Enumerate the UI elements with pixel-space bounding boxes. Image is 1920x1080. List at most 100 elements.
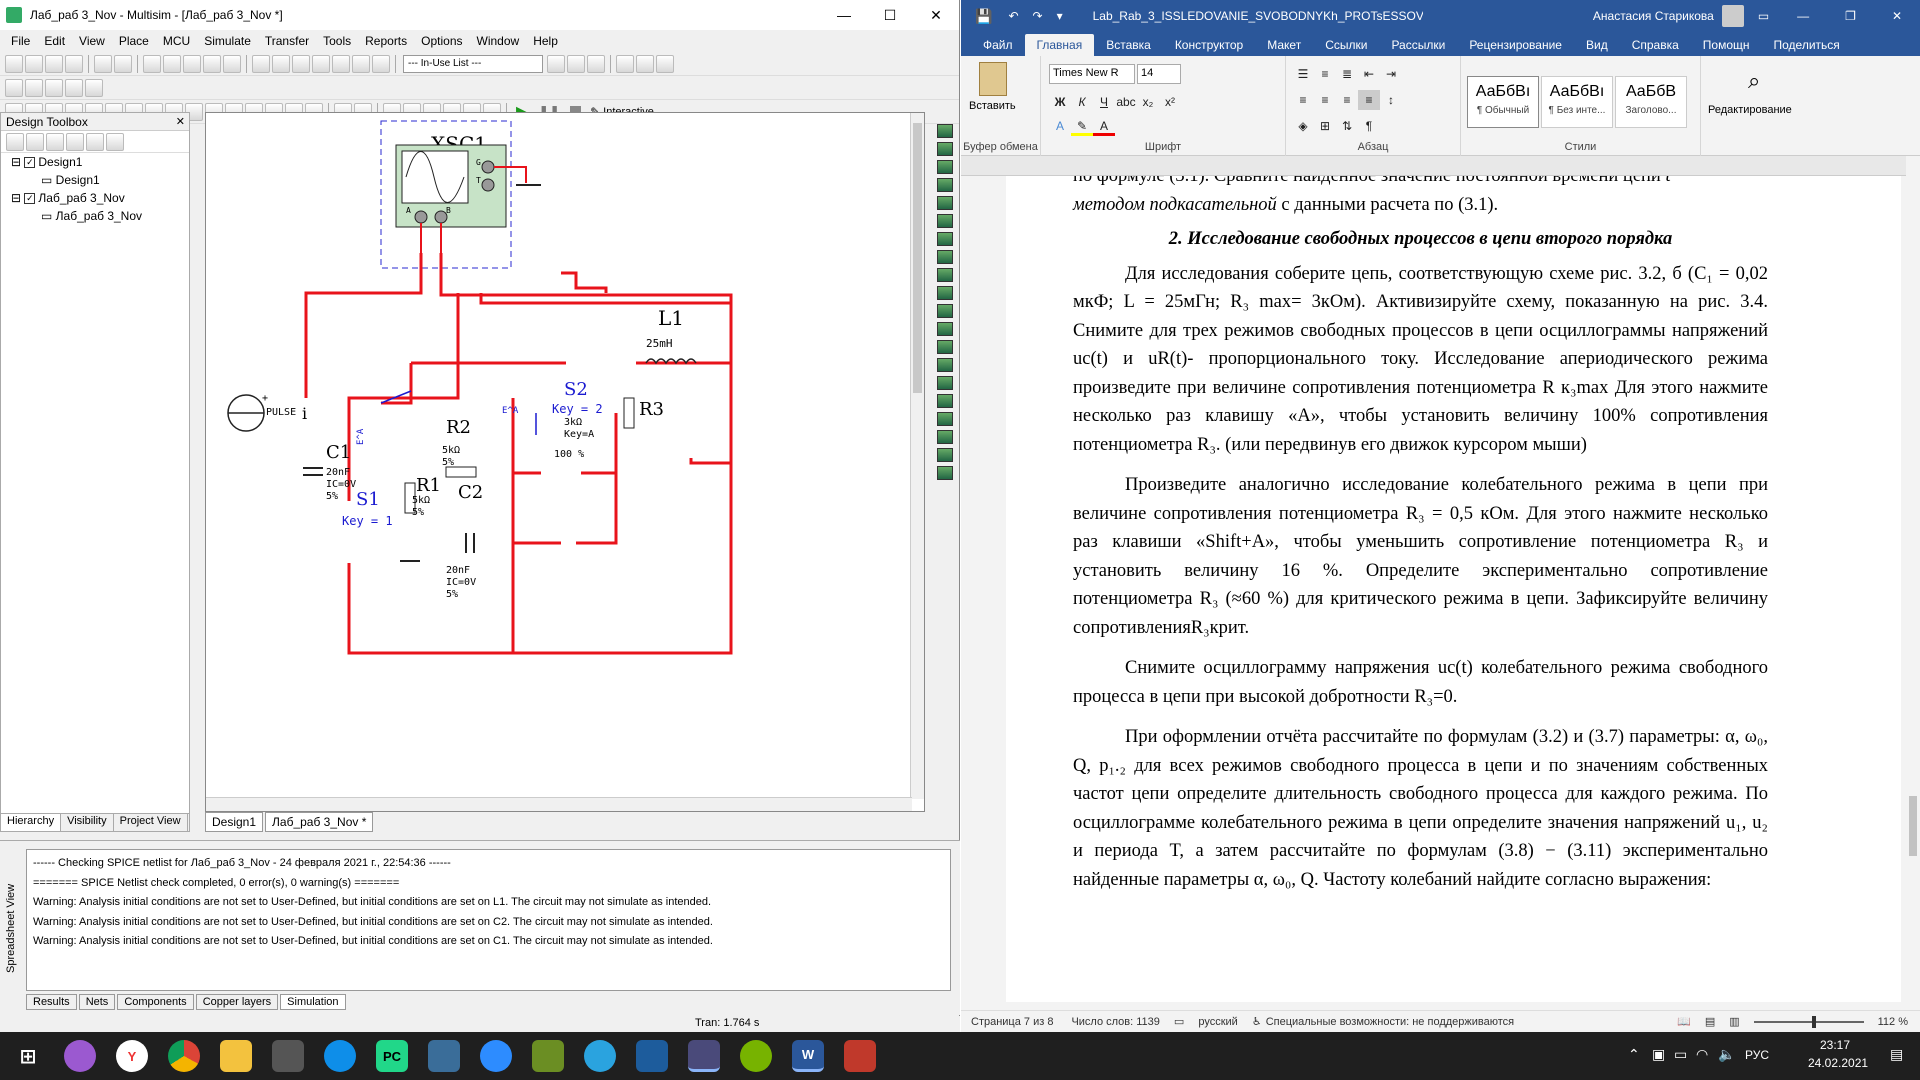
- tab-mailings[interactable]: Рассылки: [1379, 34, 1457, 56]
- shading-icon[interactable]: ◈: [1292, 116, 1314, 136]
- start-icon[interactable]: ⊞: [12, 1040, 44, 1072]
- canvas-hscroll[interactable]: [206, 797, 912, 811]
- zoom-in-icon[interactable]: [5, 78, 23, 97]
- menu-file[interactable]: File: [11, 34, 30, 48]
- capacitor-c1-icon[interactable]: [303, 467, 323, 476]
- superscript-icon[interactable]: x²: [1159, 92, 1181, 112]
- document-page[interactable]: по формуле (3.1). Сравните найденное зна…: [1006, 176, 1901, 1002]
- menu-options[interactable]: Options: [421, 34, 462, 48]
- menu-transfer[interactable]: Transfer: [265, 34, 309, 48]
- wattmeter-icon[interactable]: [937, 160, 953, 174]
- tray-network-icon[interactable]: ◠: [1696, 1046, 1708, 1063]
- strikethrough-icon[interactable]: abc: [1115, 92, 1137, 112]
- erc-icon[interactable]: [547, 54, 565, 73]
- app-2-icon[interactable]: [428, 1040, 460, 1072]
- decrease-indent-icon[interactable]: ⇤: [1358, 64, 1380, 84]
- text-effects-icon[interactable]: A: [1049, 116, 1071, 136]
- align-right-icon[interactable]: ≡: [1336, 90, 1358, 110]
- panel-close-icon[interactable]: ✕: [176, 115, 185, 128]
- multilevel-icon[interactable]: ≣: [1336, 64, 1358, 84]
- network-analyzer-icon[interactable]: [937, 358, 953, 372]
- accessibility-icon[interactable]: ♿: [1252, 1015, 1262, 1028]
- font-name-combo[interactable]: Times New R: [1049, 64, 1135, 84]
- paste-icon[interactable]: [979, 62, 1007, 96]
- new-icon[interactable]: [5, 54, 23, 73]
- cut-icon[interactable]: [143, 54, 161, 73]
- menu-place[interactable]: Place: [119, 34, 149, 48]
- menu-reports[interactable]: Reports: [365, 34, 407, 48]
- ribbon-options-icon[interactable]: ▭: [1758, 9, 1769, 23]
- postprocessor-icon[interactable]: [332, 54, 350, 73]
- underline-button[interactable]: Ч: [1093, 92, 1115, 112]
- torrent-icon[interactable]: [740, 1040, 772, 1072]
- chrome-icon[interactable]: [168, 1040, 200, 1072]
- agilent-multimeter-icon[interactable]: [937, 394, 953, 408]
- avatar[interactable]: [1721, 5, 1744, 27]
- toolbox-icon[interactable]: [272, 54, 290, 73]
- help-icon[interactable]: [656, 54, 674, 73]
- tab-review[interactable]: Рецензирование: [1457, 34, 1574, 56]
- style-no-spacing[interactable]: АаБбВı ¶ Без инте...: [1541, 76, 1613, 128]
- tree-item-design1[interactable]: ⊟ ✓ Design1: [11, 153, 189, 171]
- maximize-button[interactable]: ☐: [867, 0, 913, 30]
- numbering-icon[interactable]: ≡: [1314, 64, 1336, 84]
- accessibility-status[interactable]: Специальные возможности: не поддерживают…: [1266, 1016, 1514, 1028]
- grid-icon[interactable]: [252, 54, 270, 73]
- function-generator-icon[interactable]: [937, 142, 953, 156]
- subscript-icon[interactable]: x₂: [1137, 92, 1159, 112]
- highlight-icon[interactable]: ✎: [1071, 116, 1093, 136]
- bold-button[interactable]: Ж: [1049, 92, 1071, 112]
- simulation-log[interactable]: ------ Checking SPICE netlist for Лаб_ра…: [26, 849, 951, 991]
- distortion-analyzer-icon[interactable]: [937, 322, 953, 336]
- paste-label[interactable]: Вставить: [969, 100, 1016, 112]
- capacitor-c2-icon[interactable]: [465, 533, 475, 553]
- open-icon[interactable]: [25, 54, 43, 73]
- multisim-taskbar-icon[interactable]: [688, 1040, 720, 1072]
- tab-design[interactable]: Конструктор: [1163, 34, 1255, 56]
- database-icon[interactable]: [372, 54, 390, 73]
- word-generator-icon[interactable]: [937, 250, 953, 264]
- font-color-icon[interactable]: A: [1093, 116, 1115, 136]
- tab-assistant[interactable]: Помощн: [1691, 34, 1762, 56]
- save-icon[interactable]: [65, 54, 83, 73]
- open-sample-icon[interactable]: [45, 54, 63, 73]
- find-icon[interactable]: ⌕: [1748, 68, 1760, 94]
- menu-tools[interactable]: Tools: [323, 34, 351, 48]
- yandex-browser-icon[interactable]: Y: [116, 1040, 148, 1072]
- undo-icon[interactable]: [203, 54, 221, 73]
- style-heading[interactable]: АаБбВ Заголово...: [1615, 76, 1687, 128]
- menu-view[interactable]: View: [79, 34, 105, 48]
- keyboard-language[interactable]: РУС: [1745, 1048, 1769, 1062]
- four-channel-scope-icon[interactable]: [937, 196, 953, 210]
- agilent-scope-icon[interactable]: [937, 412, 953, 426]
- word-count[interactable]: Число слов: 1139: [1071, 1016, 1159, 1028]
- close-button[interactable]: ✕: [1892, 9, 1902, 23]
- menu-window[interactable]: Window: [477, 34, 520, 48]
- oscilloscope-tool-icon[interactable]: [937, 178, 953, 192]
- tab-copper-layers[interactable]: Copper layers: [195, 994, 279, 1010]
- borders-icon[interactable]: ⊞: [1314, 116, 1336, 136]
- justify-icon[interactable]: ≡: [1358, 90, 1380, 110]
- app-4-icon[interactable]: [636, 1040, 668, 1072]
- labview-icon[interactable]: [937, 448, 953, 462]
- design-properties-icon[interactable]: [106, 132, 124, 151]
- print-layout-icon[interactable]: ▤: [1705, 1015, 1715, 1028]
- zoom-out-icon[interactable]: [25, 78, 43, 97]
- inuse-list-dropdown[interactable]: --- In-Use List ---: [403, 54, 543, 73]
- minimize-button[interactable]: —: [1797, 9, 1809, 23]
- restore-button[interactable]: ❐: [1845, 9, 1856, 23]
- tab-components[interactable]: Components: [117, 994, 194, 1010]
- potentiometer-r3-icon[interactable]: [623, 397, 635, 429]
- minimize-button[interactable]: —: [821, 0, 867, 30]
- sort-icon[interactable]: ⇅: [1336, 116, 1358, 136]
- clock-date[interactable]: 24.02.2021: [1808, 1056, 1868, 1070]
- app-5-icon[interactable]: [844, 1040, 876, 1072]
- read-mode-icon[interactable]: 📖: [1677, 1015, 1691, 1028]
- multimeter-icon[interactable]: [937, 124, 953, 138]
- frequency-counter-icon[interactable]: [937, 232, 953, 246]
- menu-help[interactable]: Help: [533, 34, 558, 48]
- align-left-icon[interactable]: ≡: [1292, 90, 1314, 110]
- paste-icon[interactable]: [183, 54, 201, 73]
- save-design-icon[interactable]: [46, 132, 64, 151]
- canvas-vscroll[interactable]: [910, 113, 924, 799]
